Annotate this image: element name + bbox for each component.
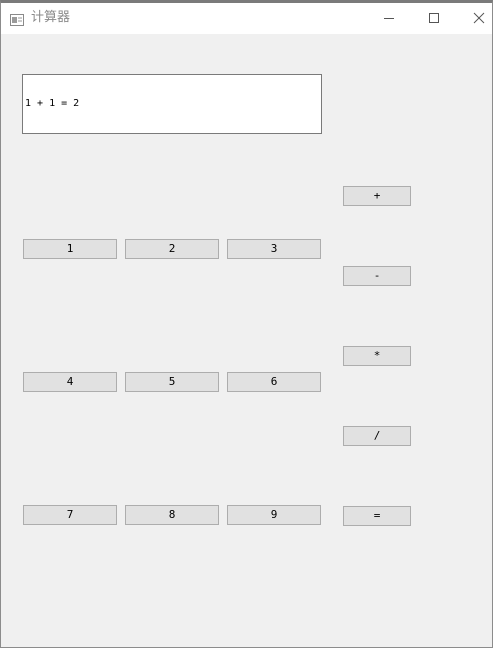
plus-button[interactable]: + — [343, 186, 411, 206]
maximize-button[interactable] — [412, 3, 456, 33]
minus-button[interactable]: - — [343, 266, 411, 286]
equals-button[interactable]: = — [343, 506, 411, 526]
maximize-icon — [429, 13, 439, 23]
result-display[interactable]: 1 + 1 = 2 — [22, 74, 322, 134]
minimize-button[interactable] — [367, 3, 411, 33]
multiply-button[interactable]: * — [343, 346, 411, 366]
digit-1-button[interactable]: 1 — [23, 239, 117, 259]
close-icon — [473, 12, 485, 24]
close-button[interactable] — [457, 3, 493, 33]
window-app-icon — [10, 11, 24, 26]
digit-9-button[interactable]: 9 — [227, 505, 321, 525]
digit-7-button[interactable]: 7 — [23, 505, 117, 525]
digit-4-button[interactable]: 4 — [23, 372, 117, 392]
digit-5-button[interactable]: 5 — [125, 372, 219, 392]
digit-8-button[interactable]: 8 — [125, 505, 219, 525]
title-bar[interactable]: 计算器 — [1, 3, 492, 34]
minimize-icon — [384, 18, 394, 19]
digit-2-button[interactable]: 2 — [125, 239, 219, 259]
calculator-window: 计算器 1 + 1 = 2 1 2 3 4 5 6 7 8 9 + - * / … — [0, 0, 493, 648]
display-text: 1 + 1 = 2 — [25, 98, 80, 109]
divide-button[interactable]: / — [343, 426, 411, 446]
digit-6-button[interactable]: 6 — [227, 372, 321, 392]
digit-3-button[interactable]: 3 — [227, 239, 321, 259]
window-title: 计算器 — [31, 10, 71, 25]
